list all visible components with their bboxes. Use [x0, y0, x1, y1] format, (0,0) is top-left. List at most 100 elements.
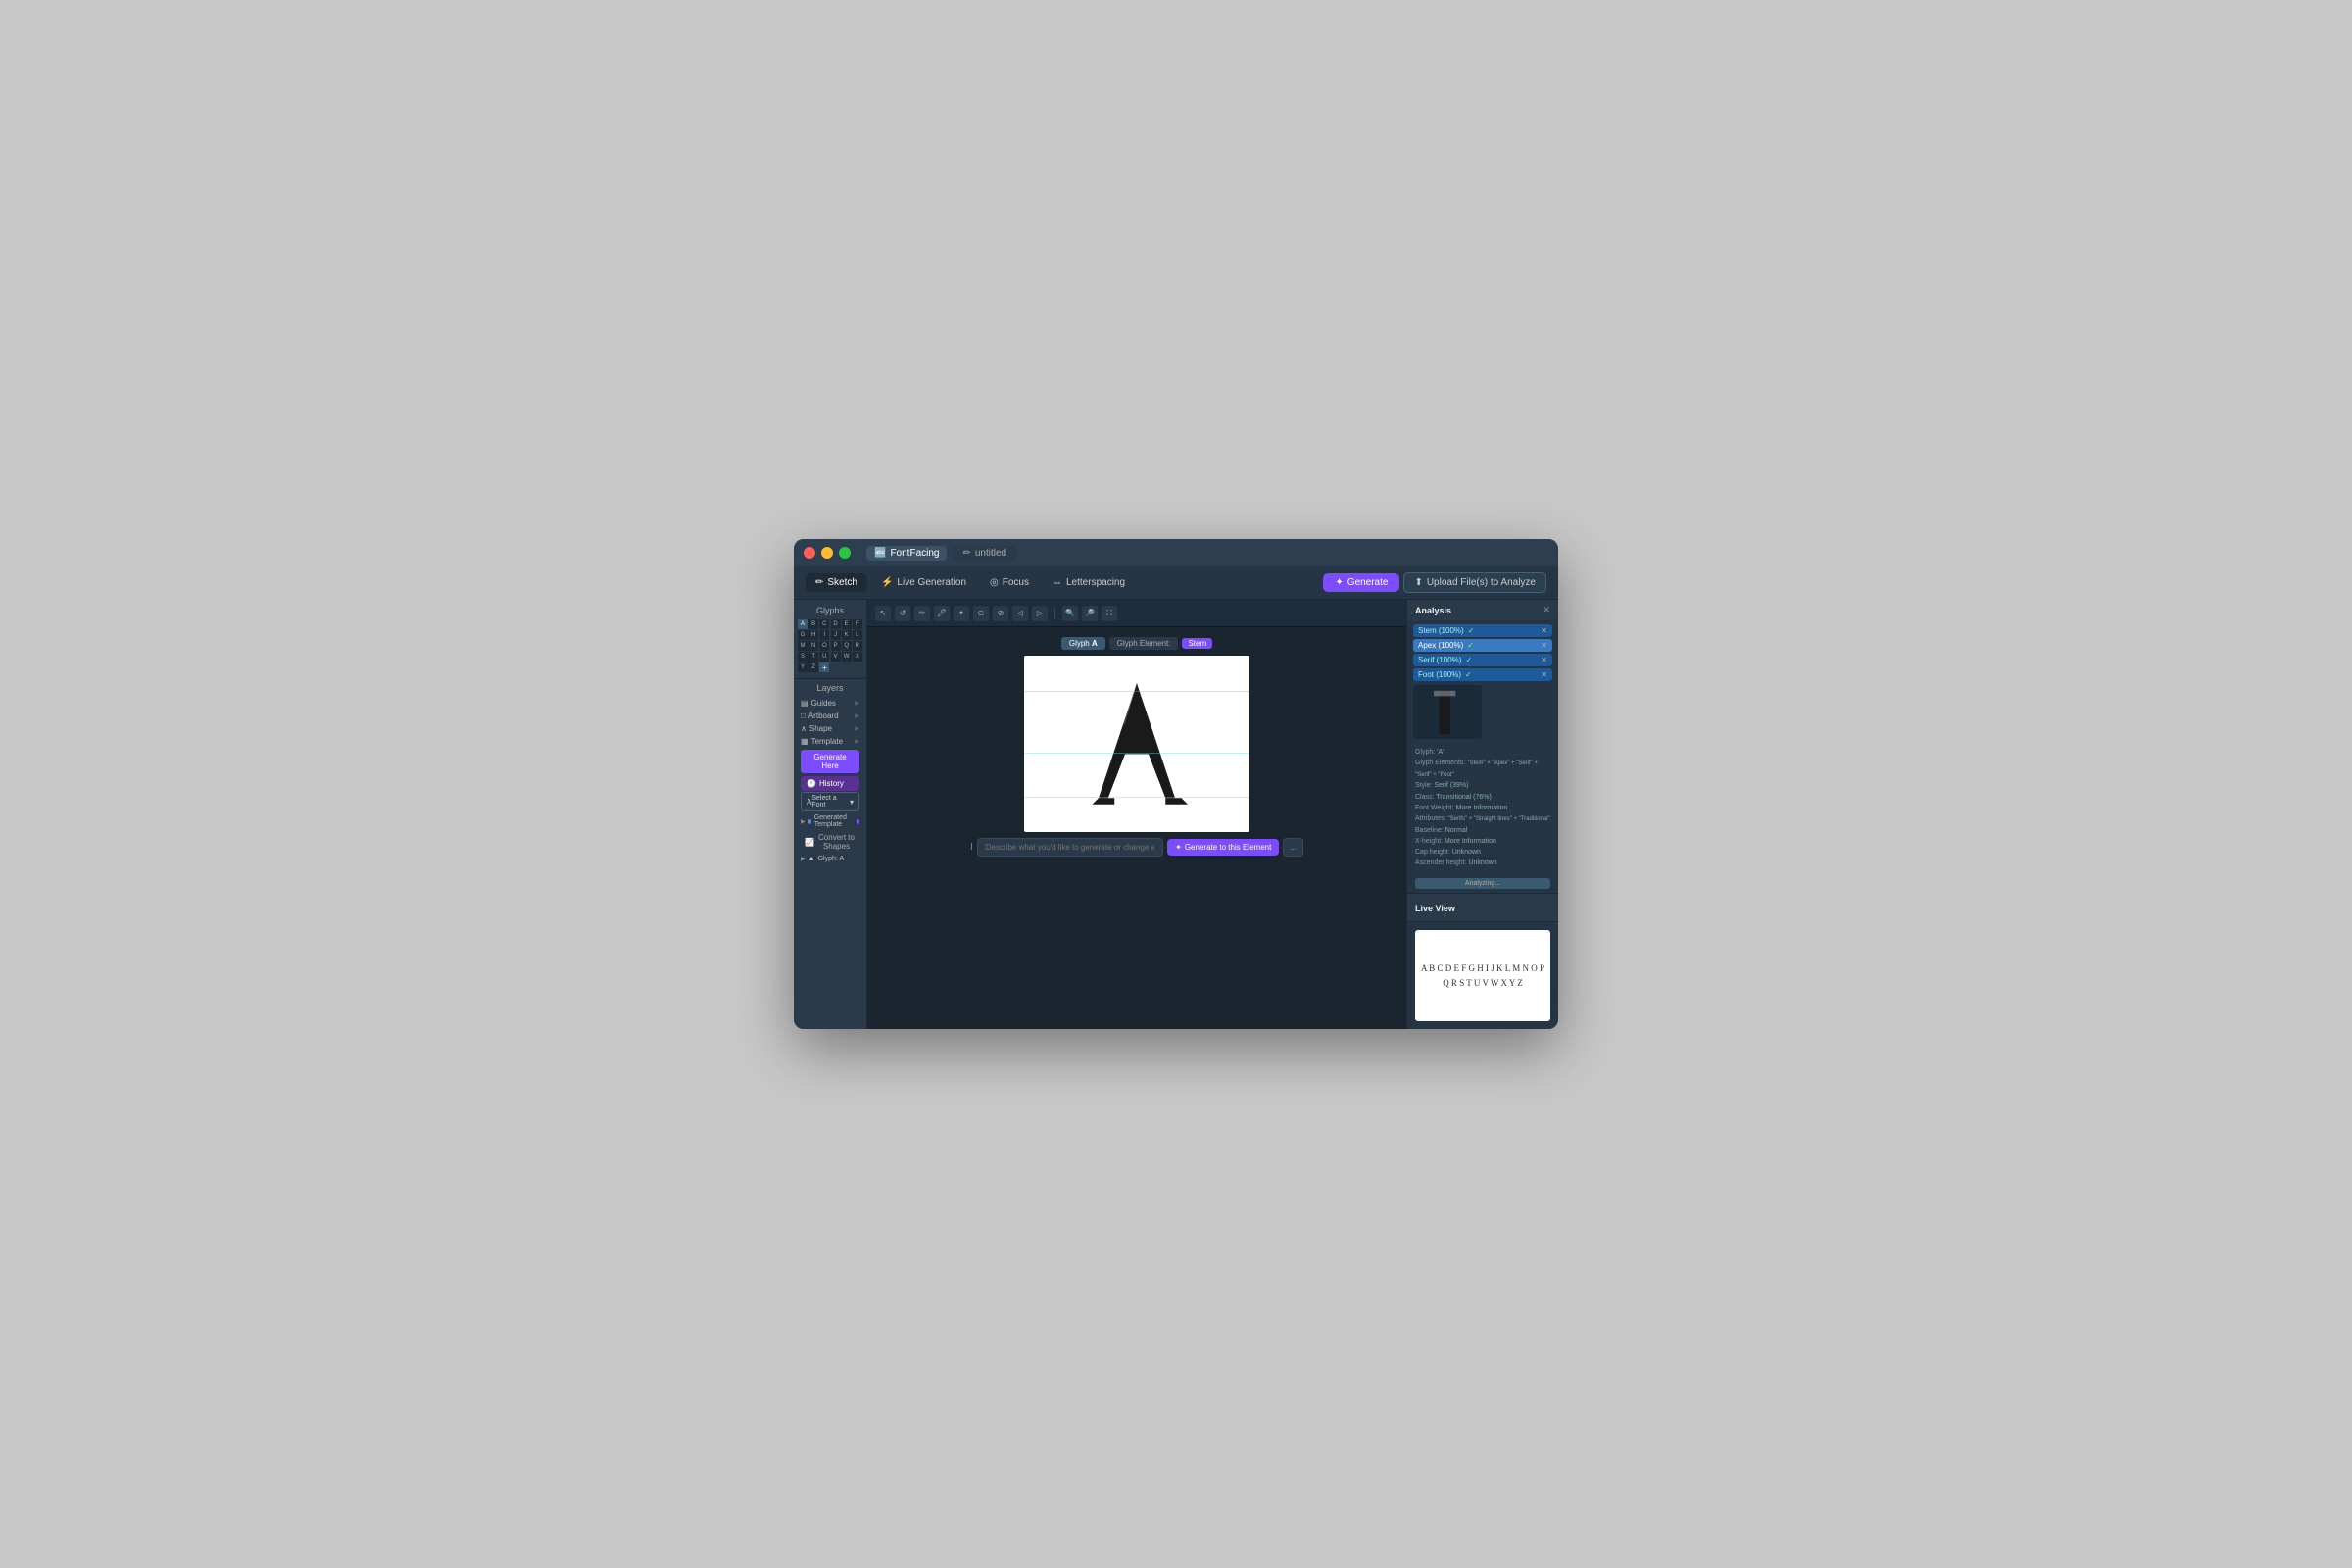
tool-minus-circle[interactable]: ⊘ [993, 606, 1008, 621]
tab-live-generation[interactable]: ⚡ Live Generation [871, 573, 976, 592]
analysis-preview [1407, 685, 1558, 743]
generated-dot [808, 819, 811, 824]
tool-circle[interactable]: ⊙ [973, 606, 989, 621]
analysis-tag-foot[interactable]: Foot (100%) ✓ ✕ [1413, 668, 1552, 681]
style-info: Style: Serif (39%) [1415, 780, 1550, 791]
tool-brush[interactable]: 🖊 [934, 606, 950, 621]
font-select[interactable]: A Select a Font ▾ [801, 792, 859, 811]
tool-right[interactable]: ▷ [1032, 606, 1048, 621]
apex-close-icon[interactable]: ✕ [1541, 641, 1547, 650]
glyph-cell-w[interactable]: W [842, 652, 852, 662]
glyph-cell-z[interactable]: Z [808, 662, 818, 672]
generate-button[interactable]: ✦ Generate [1323, 573, 1399, 592]
glyph-cell-i[interactable]: I [819, 630, 829, 640]
prompt-input[interactable] [977, 838, 1163, 857]
convert-icon: 📈 [805, 838, 814, 847]
analyzing-button[interactable]: Analyzing... [1415, 878, 1550, 889]
tool-pen[interactable]: ✏ [914, 606, 930, 621]
glyph-cell-b[interactable]: B [808, 619, 818, 629]
glyph-cell-x[interactable]: X [853, 652, 862, 662]
glyph-cell-n[interactable]: N [808, 641, 818, 651]
template-arrow: ▶ [855, 738, 859, 745]
glyph-cell-h[interactable]: H [808, 630, 818, 640]
glyph-cell-d[interactable]: D [831, 619, 841, 629]
foot-close-icon[interactable]: ✕ [1541, 670, 1547, 679]
tab-sketch[interactable]: ✏ Sketch [806, 573, 867, 592]
stem-check-icon: ✓ [1468, 626, 1475, 635]
serif-close-icon[interactable]: ✕ [1541, 656, 1547, 664]
stem-close-icon[interactable]: ✕ [1541, 626, 1547, 635]
layer-template[interactable]: ▦ Template ▶ [798, 735, 862, 748]
template-label: Template [811, 737, 843, 746]
main-toolbar: ✏ Sketch ⚡ Live Generation ◎ Focus ⇔ Let… [794, 566, 1558, 600]
template-icon: ▦ [801, 737, 808, 746]
tab-focus[interactable]: ◎ Focus [980, 573, 1039, 592]
glyph-cell-f[interactable]: F [853, 619, 862, 629]
tool-zoom-out[interactable]: 🔎 [1082, 606, 1098, 621]
glyph-cell-q[interactable]: Q [842, 641, 852, 651]
layers-panel: Layers ▤ Guides ▶ □ Artboard ▶ ∧ Shape ▶ [794, 679, 866, 868]
glyph-cell-t[interactable]: T [808, 652, 818, 662]
guides-icon: ▤ [801, 699, 808, 708]
tool-node[interactable]: ✦ [954, 606, 969, 621]
apex-label: Apex (100%) [1418, 641, 1463, 650]
live-view-title: Live View [1415, 904, 1455, 913]
glyph-add-button[interactable]: + [819, 662, 829, 672]
minimize-button[interactable] [821, 547, 833, 559]
glyph-cell-g[interactable]: G [798, 630, 808, 640]
glyph-cell-s[interactable]: S [798, 652, 808, 662]
layer-shape[interactable]: ∧ Shape ▶ [798, 722, 862, 735]
artboard-icon: □ [801, 711, 806, 720]
maximize-button[interactable] [839, 547, 851, 559]
close-button[interactable] [804, 547, 815, 559]
layer-artboard[interactable]: □ Artboard ▶ [798, 710, 862, 722]
generate-to-element-button[interactable]: ✦ Generate to this Element [1167, 839, 1279, 856]
glyph-cell-c[interactable]: C [819, 619, 829, 629]
live-view-section: Live View A B C D E F G H I J K L M N O … [1407, 894, 1558, 1029]
analysis-header: Analysis ✕ [1407, 600, 1558, 620]
glyph-element-tab: Glyph Element: [1109, 637, 1179, 650]
file-name: untitled [975, 548, 1006, 559]
analysis-tag-serif[interactable]: Serif (100%) ✓ ✕ [1413, 654, 1552, 666]
glyph-cell-p[interactable]: P [831, 641, 841, 651]
weight-info: Font Weight: More Information [1415, 803, 1550, 813]
glyph-tab-a[interactable]: Glyph A [1061, 637, 1105, 650]
history-button[interactable]: 🕐 History [801, 776, 859, 791]
font-dropdown-icon: ▾ [850, 798, 854, 807]
analysis-close-button[interactable]: ✕ [1543, 605, 1550, 615]
tool-fit[interactable]: ⛶ [1102, 606, 1117, 621]
glyph-info: Glyph: 'A' [1415, 747, 1550, 758]
glyph-cell-m[interactable]: M [798, 641, 808, 651]
more-options-button[interactable]: ... [1283, 838, 1303, 857]
layer-guides[interactable]: ▤ Guides ▶ [798, 697, 862, 710]
analysis-tag-apex[interactable]: Apex (100%) ✓ ✕ [1413, 639, 1552, 652]
glyph-cell-j[interactable]: J [831, 630, 841, 640]
glyph-cell-o[interactable]: O [819, 641, 829, 651]
convert-to-shapes-button[interactable]: 📈 Convert to Shapes [801, 831, 859, 853]
live-generation-icon: ⚡ [881, 577, 893, 588]
tool-left[interactable]: ◁ [1012, 606, 1028, 621]
analysis-tag-stem[interactable]: Stem (100%) ✓ ✕ [1413, 624, 1552, 637]
guides-arrow: ▶ [855, 700, 859, 707]
sketch-icon: ✏ [815, 577, 823, 588]
glyph-cell-k[interactable]: K [842, 630, 852, 640]
tab-letterspacing[interactable]: ⇔ Letterspacing [1043, 573, 1135, 592]
generate-here-button[interactable]: Generate Here [801, 750, 859, 773]
stem-badge[interactable]: Stem [1182, 638, 1212, 649]
prompt-icon: I [970, 842, 973, 853]
tool-rotate[interactable]: ↺ [895, 606, 910, 621]
glyph-cell-u[interactable]: U [819, 652, 829, 662]
tool-zoom-in[interactable]: 🔍 [1062, 606, 1078, 621]
analysis-tags: Stem (100%) ✓ ✕ Apex (100%) ✓ ✕ Serif (1… [1407, 620, 1558, 685]
glyph-cell-l[interactable]: L [853, 630, 862, 640]
file-tab[interactable]: ✏ untitled [953, 546, 1016, 561]
glyph-cell-v[interactable]: V [831, 652, 841, 662]
glyph-cell-y[interactable]: Y [798, 662, 808, 672]
upload-button[interactable]: ⬆ Upload File(s) to Analyze [1403, 572, 1546, 593]
glyph-cell-a[interactable]: A [798, 619, 808, 629]
tool-select[interactable]: ↖ [875, 606, 891, 621]
glyph-cell-e[interactable]: E [842, 619, 852, 629]
glyph-tabs: Glyph A Glyph Element: Stem [1061, 637, 1212, 650]
glyph-cell-r[interactable]: R [853, 641, 862, 651]
layer-glyph-a[interactable]: ▶ ▲ Glyph: A [798, 854, 862, 864]
